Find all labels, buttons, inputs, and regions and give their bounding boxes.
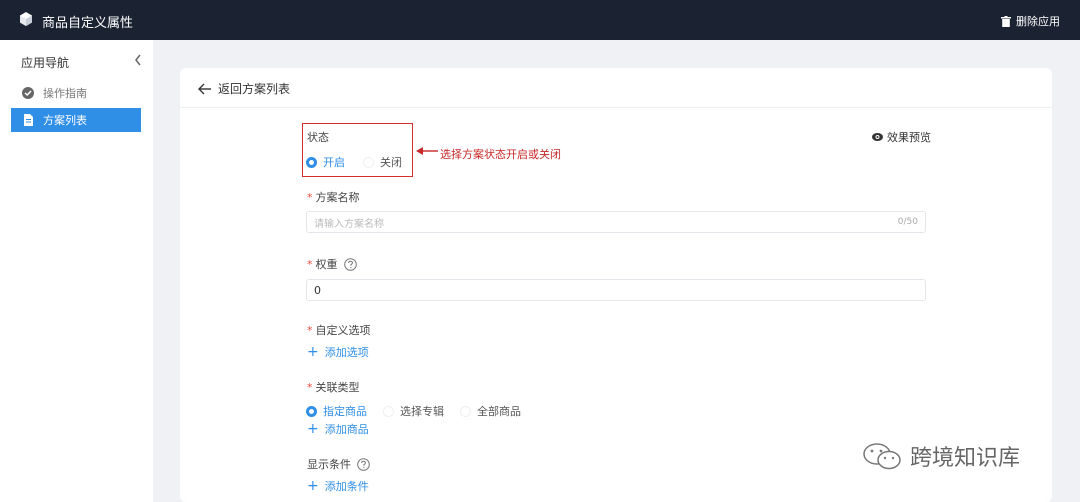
question-circle-icon[interactable] — [343, 257, 357, 271]
cube-logo-icon — [20, 12, 32, 26]
chevron-left-icon[interactable] — [134, 54, 142, 66]
add-product-label: 添加商品 — [324, 423, 369, 436]
relation-album-radio[interactable]: 选择专辑 — [383, 403, 444, 419]
relation-specified-radio[interactable]: 指定商品 — [306, 403, 367, 419]
relation-all-radio[interactable]: 全部商品 — [460, 403, 521, 419]
plan-name-input[interactable]: 请输入方案名称 0/50 — [306, 211, 926, 233]
document-icon — [24, 114, 33, 126]
status-highlight-box — [302, 123, 413, 177]
required-mark: * — [307, 323, 313, 337]
delete-app-label: 删除应用 — [1016, 15, 1060, 28]
plus-icon: + — [307, 421, 319, 437]
preview-button[interactable]: 效果预览 — [872, 129, 931, 145]
sidebar-item-plan-list[interactable]: 方案列表 — [11, 108, 141, 132]
radio-label: 指定商品 — [323, 405, 367, 418]
add-option-label: 添加选项 — [324, 346, 369, 359]
add-condition-label: 添加条件 — [324, 480, 369, 493]
relation-type-label: * 关联类型 — [307, 379, 360, 395]
wechat-icon — [863, 443, 901, 470]
app-title: 商品自定义属性 — [42, 16, 134, 31]
card-header: 返回方案列表 — [180, 68, 1052, 108]
radio-label: 选择专辑 — [400, 405, 444, 418]
sidebar-title: 应用导航 — [21, 56, 70, 70]
custom-options-label: * 自定义选项 — [307, 322, 371, 338]
annotation-text: 选择方案状态开启或关闭 — [440, 148, 561, 161]
weight-input[interactable]: 0 — [306, 279, 926, 301]
check-circle-icon — [22, 87, 34, 99]
watermark: 跨境知识库 — [862, 440, 1020, 472]
field-label-text: 方案名称 — [315, 191, 360, 204]
arrow-left-annotation-icon — [416, 147, 438, 155]
trash-icon — [1001, 15, 1011, 27]
required-mark: * — [307, 190, 313, 204]
radio-dot — [306, 405, 317, 417]
weight-value: 0 — [314, 283, 321, 297]
field-label-text: 关联类型 — [315, 381, 360, 394]
field-label-text: 显示条件 — [307, 458, 351, 471]
radio-dot — [383, 405, 394, 417]
required-mark: * — [307, 257, 313, 271]
plan-name-label: * 方案名称 — [307, 189, 360, 205]
field-label-text: 自定义选项 — [315, 324, 371, 337]
sidebar: 应用导航 操作指南 方案列表 — [0, 40, 153, 502]
char-counter: 0/50 — [897, 217, 918, 227]
arrow-left-icon — [198, 83, 211, 94]
field-label-text: 权重 — [315, 258, 338, 271]
weight-label: * 权重 — [307, 256, 357, 272]
back-label: 返回方案列表 — [218, 82, 291, 96]
plus-icon: + — [307, 478, 319, 494]
add-condition-button[interactable]: + 添加条件 — [307, 478, 369, 494]
eye-icon — [872, 133, 883, 141]
radio-dot — [460, 405, 471, 417]
sidebar-item-label: 方案列表 — [43, 114, 87, 127]
plan-name-placeholder: 请输入方案名称 — [314, 218, 384, 230]
add-option-button[interactable]: + 添加选项 — [307, 344, 369, 360]
add-product-button[interactable]: + 添加商品 — [307, 421, 369, 437]
back-to-list-link[interactable]: 返回方案列表 — [198, 80, 290, 97]
required-mark: * — [307, 380, 313, 394]
plus-icon: + — [307, 344, 319, 360]
display-condition-label: 显示条件 — [307, 456, 370, 472]
radio-label: 全部商品 — [477, 405, 521, 418]
watermark-text: 跨境知识库 — [910, 446, 1021, 471]
sidebar-item-label: 操作指南 — [43, 87, 87, 100]
question-circle-icon[interactable] — [357, 457, 370, 471]
delete-app-button[interactable]: 删除应用 — [1001, 13, 1060, 29]
preview-label: 效果预览 — [887, 131, 931, 144]
sidebar-item-guide[interactable]: 操作指南 — [11, 81, 141, 105]
top-bar: 商品自定义属性 删除应用 — [0, 0, 1080, 40]
